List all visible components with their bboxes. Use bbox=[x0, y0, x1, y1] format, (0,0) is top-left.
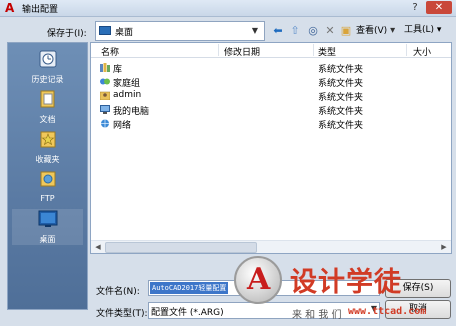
help-button[interactable]: ? bbox=[406, 1, 424, 14]
place-favorites[interactable]: 收藏夹 bbox=[12, 129, 83, 165]
file-list-header: 名称 修改日期 类型 大小 bbox=[91, 43, 451, 58]
save-button[interactable]: 保存(S) bbox=[385, 279, 451, 298]
file-name: 网络 bbox=[113, 121, 132, 131]
file-row[interactable]: 家庭组 系统文件夹 bbox=[91, 74, 451, 89]
column-header-name[interactable]: 名称 bbox=[101, 45, 119, 58]
chevron-down-icon[interactable]: ▼ bbox=[248, 24, 262, 37]
new-folder-icon[interactable]: ▣ bbox=[339, 23, 353, 38]
file-row[interactable]: 库 系统文件夹 bbox=[91, 60, 451, 75]
file-list[interactable]: ▲ 名称 修改日期 类型 大小 库 系统文件夹 家庭组 系统文件夹 bbox=[90, 42, 452, 254]
delete-icon[interactable]: ✕ bbox=[323, 23, 337, 38]
ftp-icon bbox=[40, 171, 55, 187]
place-ftp[interactable]: FTP bbox=[12, 169, 83, 203]
network-icon bbox=[101, 119, 109, 128]
file-row[interactable]: admin 系统文件夹 bbox=[91, 88, 451, 103]
window-title: 输出配置 bbox=[22, 5, 59, 15]
place-desktop[interactable]: 桌面 bbox=[12, 209, 83, 245]
back-icon[interactable]: ⬅ bbox=[271, 23, 285, 38]
favorites-icon bbox=[40, 131, 55, 148]
filename-label: 文件名(N): bbox=[96, 287, 140, 297]
search-web-icon[interactable]: ◎ bbox=[306, 23, 320, 38]
column-header-size[interactable]: 大小 bbox=[413, 45, 431, 58]
horizontal-scrollbar[interactable]: ◀ ▶ bbox=[91, 240, 451, 253]
scroll-left-icon[interactable]: ◀ bbox=[91, 241, 105, 253]
column-header-type[interactable]: 类型 bbox=[318, 45, 336, 58]
filename-input[interactable]: AutoCAD2017轻量配置 bbox=[148, 280, 380, 296]
savein-dropdown[interactable]: 桌面 ▼ bbox=[95, 21, 265, 41]
column-divider[interactable] bbox=[313, 44, 314, 56]
autocad-app-icon: A bbox=[5, 1, 15, 15]
savein-value: 桌面 bbox=[115, 28, 134, 38]
library-icon bbox=[100, 63, 110, 72]
title-bar: A 输出配置 ? ✕ bbox=[0, 0, 456, 17]
column-divider[interactable] bbox=[406, 44, 407, 56]
chevron-down-icon[interactable]: ▼ bbox=[371, 304, 377, 313]
desktop-icon bbox=[38, 210, 57, 227]
file-row[interactable]: 我的电脑 系统文件夹 bbox=[91, 102, 451, 117]
place-documents[interactable]: 文档 bbox=[12, 89, 83, 125]
history-icon bbox=[39, 50, 56, 68]
user-folder-icon bbox=[100, 91, 110, 100]
filename-value: AutoCAD2017轻量配置 bbox=[150, 282, 229, 294]
savein-label: 保存于(I): bbox=[47, 29, 87, 39]
tools-menu-button[interactable]: 工具(L) ▾ bbox=[404, 23, 450, 38]
scroll-right-icon[interactable]: ▶ bbox=[437, 241, 451, 253]
close-button[interactable]: ✕ bbox=[426, 1, 452, 14]
scroll-thumb[interactable] bbox=[105, 242, 257, 253]
homegroup-icon bbox=[100, 78, 110, 85]
place-history[interactable]: 历史记录 bbox=[12, 49, 83, 85]
column-divider[interactable] bbox=[218, 44, 219, 56]
cancel-button[interactable]: 取消 bbox=[385, 300, 451, 319]
file-row[interactable]: 网络 系统文件夹 bbox=[91, 116, 451, 131]
places-bar: 历史记录 文档 收藏夹 FTP 桌面 bbox=[7, 42, 88, 310]
file-name: admin bbox=[113, 90, 142, 100]
desktop-folder-icon bbox=[99, 26, 111, 35]
computer-icon bbox=[100, 105, 110, 114]
filetype-dropdown[interactable]: 配置文件 (*.ARG) ▼ bbox=[148, 302, 380, 319]
documents-icon bbox=[40, 90, 54, 108]
file-type: 系统文件夹 bbox=[318, 121, 364, 131]
column-header-modified[interactable]: 修改日期 bbox=[224, 45, 260, 58]
filetype-label: 文件类型(T): bbox=[96, 309, 148, 319]
view-menu-button[interactable]: 查看(V) ▾ bbox=[356, 23, 406, 38]
up-folder-icon[interactable]: ⇧ bbox=[288, 23, 302, 38]
filetype-value: 配置文件 (*.ARG) bbox=[151, 308, 224, 318]
